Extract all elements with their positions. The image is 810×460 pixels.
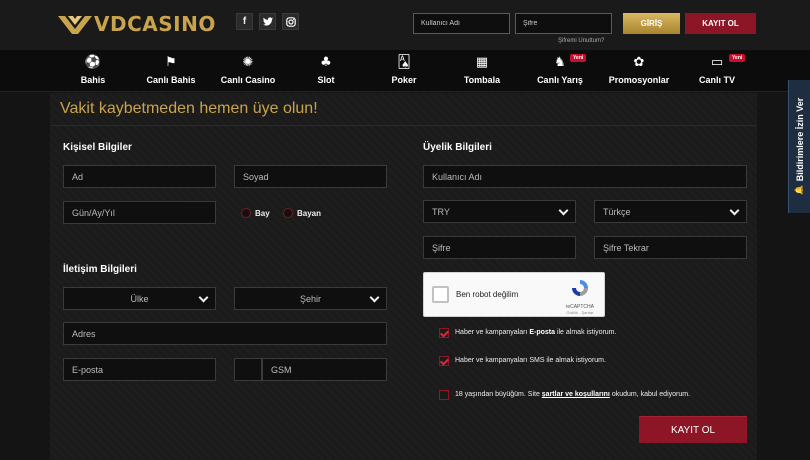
email-consent-text-post: ile almak istiyorum. [555,329,617,336]
nav-item-canli-bahis[interactable]: ⚑ Canlı Bahis [131,54,211,85]
nav-item-label: Promosyonlar [608,75,670,85]
password-input[interactable] [515,13,612,34]
nav-item-canli-tv[interactable]: ▭ Yeni Canlı TV [677,54,757,85]
currency-select-value: TRY [432,206,450,217]
chevron-down-icon [558,205,569,216]
bell-icon: 🔔 [794,185,805,195]
nav-item-label: Slot [317,75,335,85]
phone-prefix-field[interactable] [234,358,262,381]
city-select-value: Şehir [299,293,321,304]
poker-card-icon: 🂡 [397,55,411,70]
forgot-password-link[interactable]: Şifremi Unuttum? [558,38,604,44]
radio-dot [283,208,293,218]
recaptcha-checkbox[interactable] [432,286,449,303]
tombala-icon: ▦ [475,55,489,70]
sms-consent-label: Haber ve kampanyaları SMS ile almak isti… [455,357,606,364]
city-select[interactable]: Şehir [234,287,387,310]
top-header: VDCASINO f Şifremi Unuttum? GİRİŞ KAYIT … [0,0,810,50]
roulette-icon: ✺ [242,55,254,70]
gender-female-label: Bayan [297,208,322,218]
nav-item-canli-yaris[interactable]: ♞ Yeni Canlı Yarış [520,54,600,85]
nav-item-label: Canlı Yarış [537,75,583,85]
vdcasino-logo[interactable]: VDCASINO [58,11,216,37]
notification-permission-tab[interactable]: 🔔 Bildirimlere İzin Ver [788,80,810,213]
language-select-value: Türkçe [603,206,631,217]
country-select[interactable]: Ülke [63,287,216,310]
nav-item-canli-casino[interactable]: ✺ Canlı Casino [208,54,288,85]
gender-female-radio[interactable]: Bayan [283,208,321,218]
logo-chevron-icon [58,16,92,34]
last-name-field[interactable] [234,165,387,188]
new-badge: Yeni [570,54,587,62]
recaptcha-widget: Ben robot değilim reCAPTCHA Gizlilik - Ş… [423,272,605,317]
register-top-button[interactable]: KAYIT OL [685,13,756,34]
nav-item-label: Bahis [80,75,106,85]
title-divider [50,125,757,126]
flag-icon: ⚑ [165,55,177,70]
username-input[interactable] [413,13,510,34]
currency-select[interactable]: TRY [423,200,576,223]
login-button[interactable]: GİRİŞ [623,13,680,34]
personal-info-title: Kişisel Bilgiler [63,142,132,153]
email-field[interactable] [63,358,216,381]
country-select-value: Ülke [130,293,149,304]
main-nav: ⚽ Bahis ⚑ Canlı Bahis ✺ Canlı Casino ♣ S… [0,50,810,92]
gender-male-radio[interactable]: Bay [241,208,270,218]
first-name-field[interactable] [63,165,216,188]
gsm-field[interactable] [262,358,387,381]
nav-item-slot[interactable]: ♣ Slot [286,54,366,85]
recaptcha-links[interactable]: Gizlilik - Şartlar [566,310,594,315]
email-consent-text-pre: Haber ve kampanyaları [455,329,530,336]
soccer-ball-icon: ⚽ [84,55,102,70]
social-links: f [236,13,299,30]
birth-date-field[interactable] [63,201,216,224]
notification-permission-label: Bildirimlere İzin Ver [794,97,805,182]
nav-item-label: Canlı Bahis [146,75,196,85]
slot-icon: ♣ [320,55,332,70]
twitter-icon[interactable] [259,13,276,30]
nav-item-tombala[interactable]: ▦ Tombala [442,54,522,85]
terms-link[interactable]: şartlar ve koşullarını [542,391,610,398]
nav-item-label: Poker [391,75,417,85]
email-consent-checkbox[interactable] [439,328,449,338]
sms-consent-checkbox[interactable] [439,356,449,366]
instagram-icon[interactable] [282,13,299,30]
nav-item-bahis[interactable]: ⚽ Bahis [53,54,133,85]
age-consent-text-post: okudum, kabul ediyorum. [609,391,691,398]
new-badge: Yeni [729,54,746,62]
email-consent-label: Haber ve kampanyaları E-posta ile almak … [455,329,616,336]
facebook-icon[interactable]: f [236,13,253,30]
gift-icon: ✿ [633,55,645,70]
nav-item-label: Canlı TV [698,75,735,85]
nav-item-poker[interactable]: 🂡 Poker [364,54,444,85]
address-field[interactable] [63,322,387,345]
member-password-repeat-field[interactable] [594,236,747,259]
email-consent-bold: E-posta [529,329,555,336]
age-consent-text-pre: 18 yaşından büyüğüm. Site [455,391,542,398]
chevron-down-icon [198,292,209,303]
membership-info-title: Üyelik Bilgileri [423,142,492,153]
horse-icon: ♞ [554,55,566,70]
nav-item-label: Tombala [463,75,501,85]
logo-text: VDCASINO [94,12,216,36]
member-password-field[interactable] [423,236,576,259]
chevron-down-icon [729,205,740,216]
radio-dot [241,208,251,218]
page-title: Vakit kaybetmeden hemen üye olun! [60,100,318,117]
submit-register-button[interactable]: KAYIT OL [639,416,747,443]
age-consent-label: 18 yaşından büyüğüm. Site şartlar ve koş… [455,391,690,398]
chevron-down-icon [369,292,380,303]
recaptcha-label: Ben robot değilim [456,290,519,299]
gender-male-label: Bay [255,208,270,218]
age-consent-checkbox[interactable] [439,390,449,400]
member-username-field[interactable] [423,165,747,188]
recaptcha-icon [571,280,588,296]
registration-panel [50,93,757,460]
nav-item-promosyonlar[interactable]: ✿ Promosyonlar [599,54,679,85]
contact-info-title: İletişim Bilgileri [63,264,137,275]
language-select[interactable]: Türkçe [594,200,747,223]
nav-item-label: Canlı Casino [220,75,276,85]
recaptcha-logo: reCAPTCHA Gizlilik - Şartlar [566,278,594,315]
